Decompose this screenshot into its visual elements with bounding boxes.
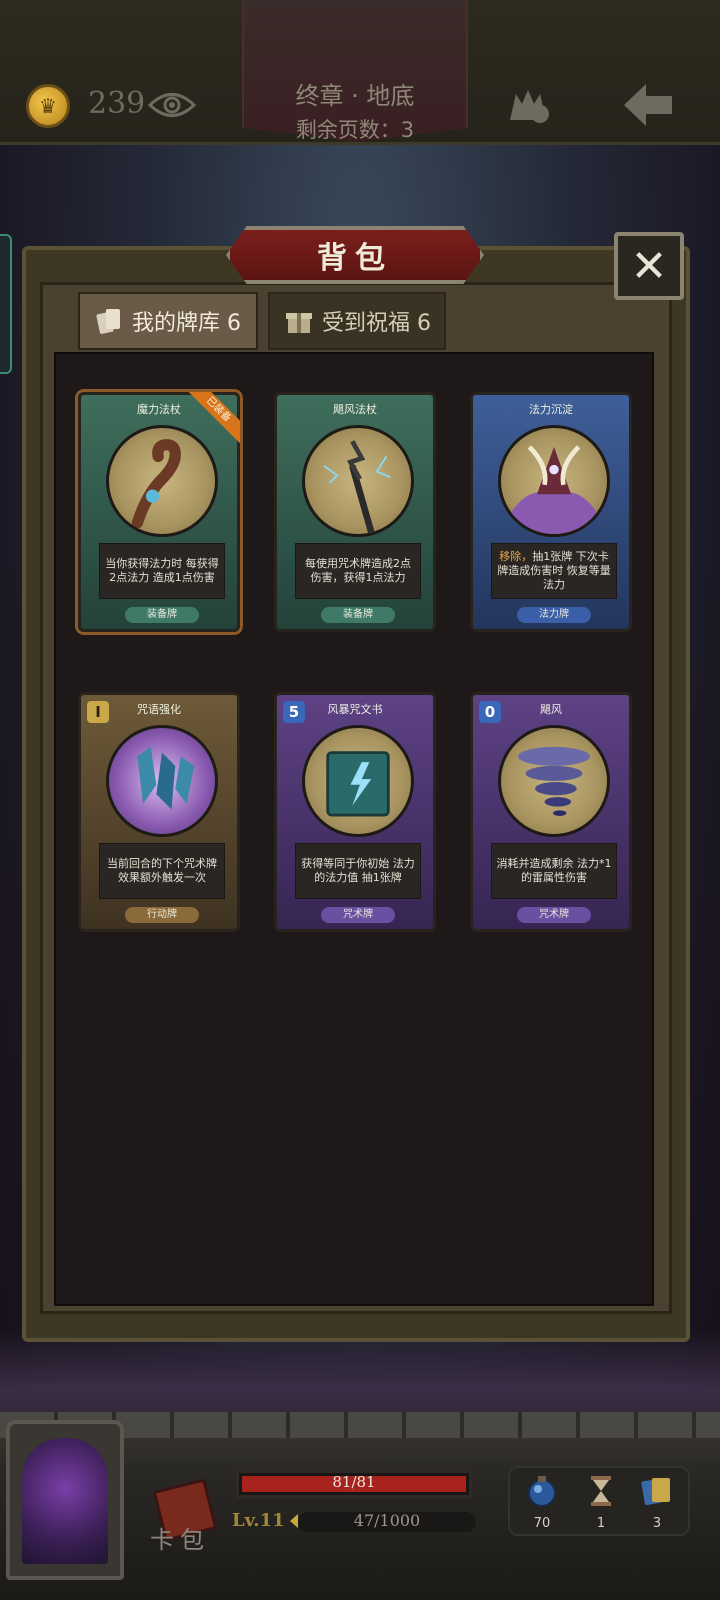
tab-blessings-label: 受到祝福 6 [322, 311, 431, 336]
potion-icon [528, 1476, 556, 1507]
hooded-mage-art-icon [498, 425, 610, 537]
xp-text: 47/1000 [353, 1511, 421, 1530]
cards-stat[interactable]: 3 [632, 1470, 682, 1534]
cards-icon [96, 309, 120, 334]
card-type: 咒术牌 [321, 907, 395, 923]
hourglass-icon [591, 1476, 611, 1506]
hero-portrait-art [22, 1438, 108, 1564]
hp-text: 81/81 [332, 1473, 376, 1491]
card-type: 行动牌 [125, 907, 199, 923]
pages-left: 剩余页数：3 [295, 118, 415, 142]
cat-icon[interactable] [502, 80, 558, 126]
gift-icon [286, 313, 312, 333]
card-name: 法力沉淀 [529, 403, 573, 416]
card-type: 装备牌 [125, 607, 199, 623]
deck-button-label: 卡包 [150, 1526, 210, 1554]
back-arrow-icon[interactable] [620, 80, 676, 130]
lightning-staff-art-icon [302, 425, 414, 537]
card-name: 飓风 [540, 703, 562, 716]
tornado-art-icon [498, 725, 610, 837]
card-type: 装备牌 [321, 607, 395, 623]
coin-icon: ♛ [26, 84, 70, 128]
card-desc: 获得等同于你初始 法力的法力值 抽1张牌 [295, 843, 421, 899]
card-hurricane-staff[interactable]: 飓风法杖 每使用咒术牌造成2点 伤害，获得1点法力 装备牌 [274, 392, 436, 632]
crystal-art-icon [106, 725, 218, 837]
hero-portrait[interactable] [6, 1420, 124, 1580]
tab-my-deck-label: 我的牌库 6 [132, 311, 241, 336]
xp-arrow-icon [290, 1514, 298, 1528]
close-button[interactable]: ✕ [614, 232, 684, 300]
card-name: 咒语强化 [137, 703, 181, 716]
backpack-title-banner: 背包 [226, 226, 484, 284]
hourglass-stat[interactable]: 1 [576, 1470, 626, 1534]
card-desc: 当前回合的下个咒术牌 效果额外触发一次 [99, 843, 225, 899]
card-hurricane[interactable]: 0 飓风 消耗并造成剩余 法力*1的雷属性伤害 咒术牌 [470, 692, 632, 932]
side-tab[interactable] [0, 234, 12, 374]
card-stack-count: 3 [652, 1516, 662, 1531]
card-name: 风暴咒文书 [327, 703, 383, 716]
tab-blessings[interactable]: 受到祝福 6 [268, 292, 446, 350]
card-stack-icon [641, 1478, 670, 1506]
potion-count: 70 [533, 1516, 551, 1531]
card-spell-enhance[interactable]: I 咒语强化 当前回合的下个咒术牌 效果额外触发一次 行动牌 [78, 692, 240, 932]
spellbook-art-icon [302, 725, 414, 837]
equipped-badge: 已装备 [186, 392, 240, 446]
card-mana-settle[interactable]: 法力沉淀 移除，抽1张牌 下次卡牌造成伤害时 恢复等量法力 法力牌 [470, 392, 632, 632]
hourglass-count: 1 [596, 1516, 606, 1531]
card-name: 飓风法杖 [333, 403, 377, 416]
player-level: Lv.11 [232, 1510, 285, 1531]
card-desc: 移除，抽1张牌 下次卡牌造成伤害时 恢复等量法力 [491, 543, 617, 599]
card-desc: 每使用咒术牌造成2点 伤害，获得1点法力 [295, 543, 421, 599]
backpack-title: 背包 [317, 241, 393, 276]
coin-count: 239 [88, 86, 146, 121]
card-type: 法力牌 [517, 607, 591, 623]
chapter-title: 终章 · 地底 [295, 82, 415, 110]
potion-stat[interactable]: 70 [517, 1470, 567, 1534]
tab-my-deck[interactable]: 我的牌库 6 [78, 292, 258, 350]
card-type: 咒术牌 [517, 907, 591, 923]
eye-icon[interactable] [148, 90, 196, 120]
card-desc: 当你获得法力时 每获得2点法力 造成1点伤害 [99, 543, 225, 599]
card-magic-staff[interactable]: 魔力法杖 当你获得法力时 每获得2点法力 造成1点伤害 装备牌 已装备 [78, 392, 240, 632]
card-storm-tome[interactable]: 5 风暴咒文书 获得等同于你初始 法力的法力值 抽1张牌 咒术牌 [274, 692, 436, 932]
card-desc: 消耗并造成剩余 法力*1的雷属性伤害 [491, 843, 617, 899]
